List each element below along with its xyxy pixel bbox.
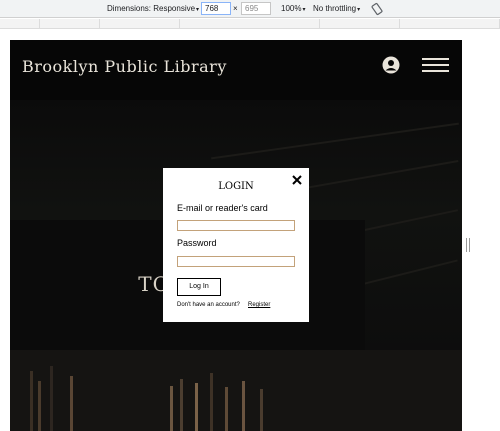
bookshelf-image <box>10 350 462 431</box>
zoom-dropdown[interactable]: 100%▾ <box>281 3 305 15</box>
no-account-text: Don't have an account? <box>177 302 240 308</box>
login-title: LOGIN <box>218 181 254 192</box>
zoom-label: 100% <box>281 4 302 13</box>
password-label: Password <box>177 238 217 248</box>
devtools-toolbar: Dimensions: Responsive▾ 768 × 695 100%▾ … <box>0 0 500 18</box>
media-query-ruler <box>0 19 500 29</box>
email-field[interactable] <box>177 220 295 231</box>
email-label: E-mail or reader's card <box>177 203 268 213</box>
rotate-icon[interactable] <box>370 2 384 16</box>
dimensions-dropdown[interactable]: Dimensions: Responsive▾ <box>107 3 199 15</box>
register-link[interactable]: Register <box>248 302 270 308</box>
chevron-down-icon: ▾ <box>357 7 361 13</box>
user-icon[interactable] <box>382 56 400 74</box>
site-title[interactable]: Brooklyn Public Library <box>22 57 227 76</box>
throttling-label: No throttling <box>313 4 357 13</box>
chevron-down-icon: ▾ <box>302 7 306 13</box>
throttling-dropdown[interactable]: No throttling▾ <box>313 3 360 15</box>
dimensions-label: Dimensions: Responsive <box>107 4 196 13</box>
password-field[interactable] <box>177 256 295 267</box>
width-input[interactable]: 768 <box>201 2 231 15</box>
height-input[interactable]: 695 <box>241 2 271 15</box>
times-sign: × <box>233 4 238 13</box>
resize-handle[interactable] <box>466 238 470 252</box>
login-modal: LOGIN E-mail or reader's card Password L… <box>163 168 309 322</box>
menu-icon[interactable] <box>422 58 449 73</box>
chevron-down-icon: ▾ <box>196 7 200 13</box>
login-button[interactable]: Log In <box>177 278 221 296</box>
